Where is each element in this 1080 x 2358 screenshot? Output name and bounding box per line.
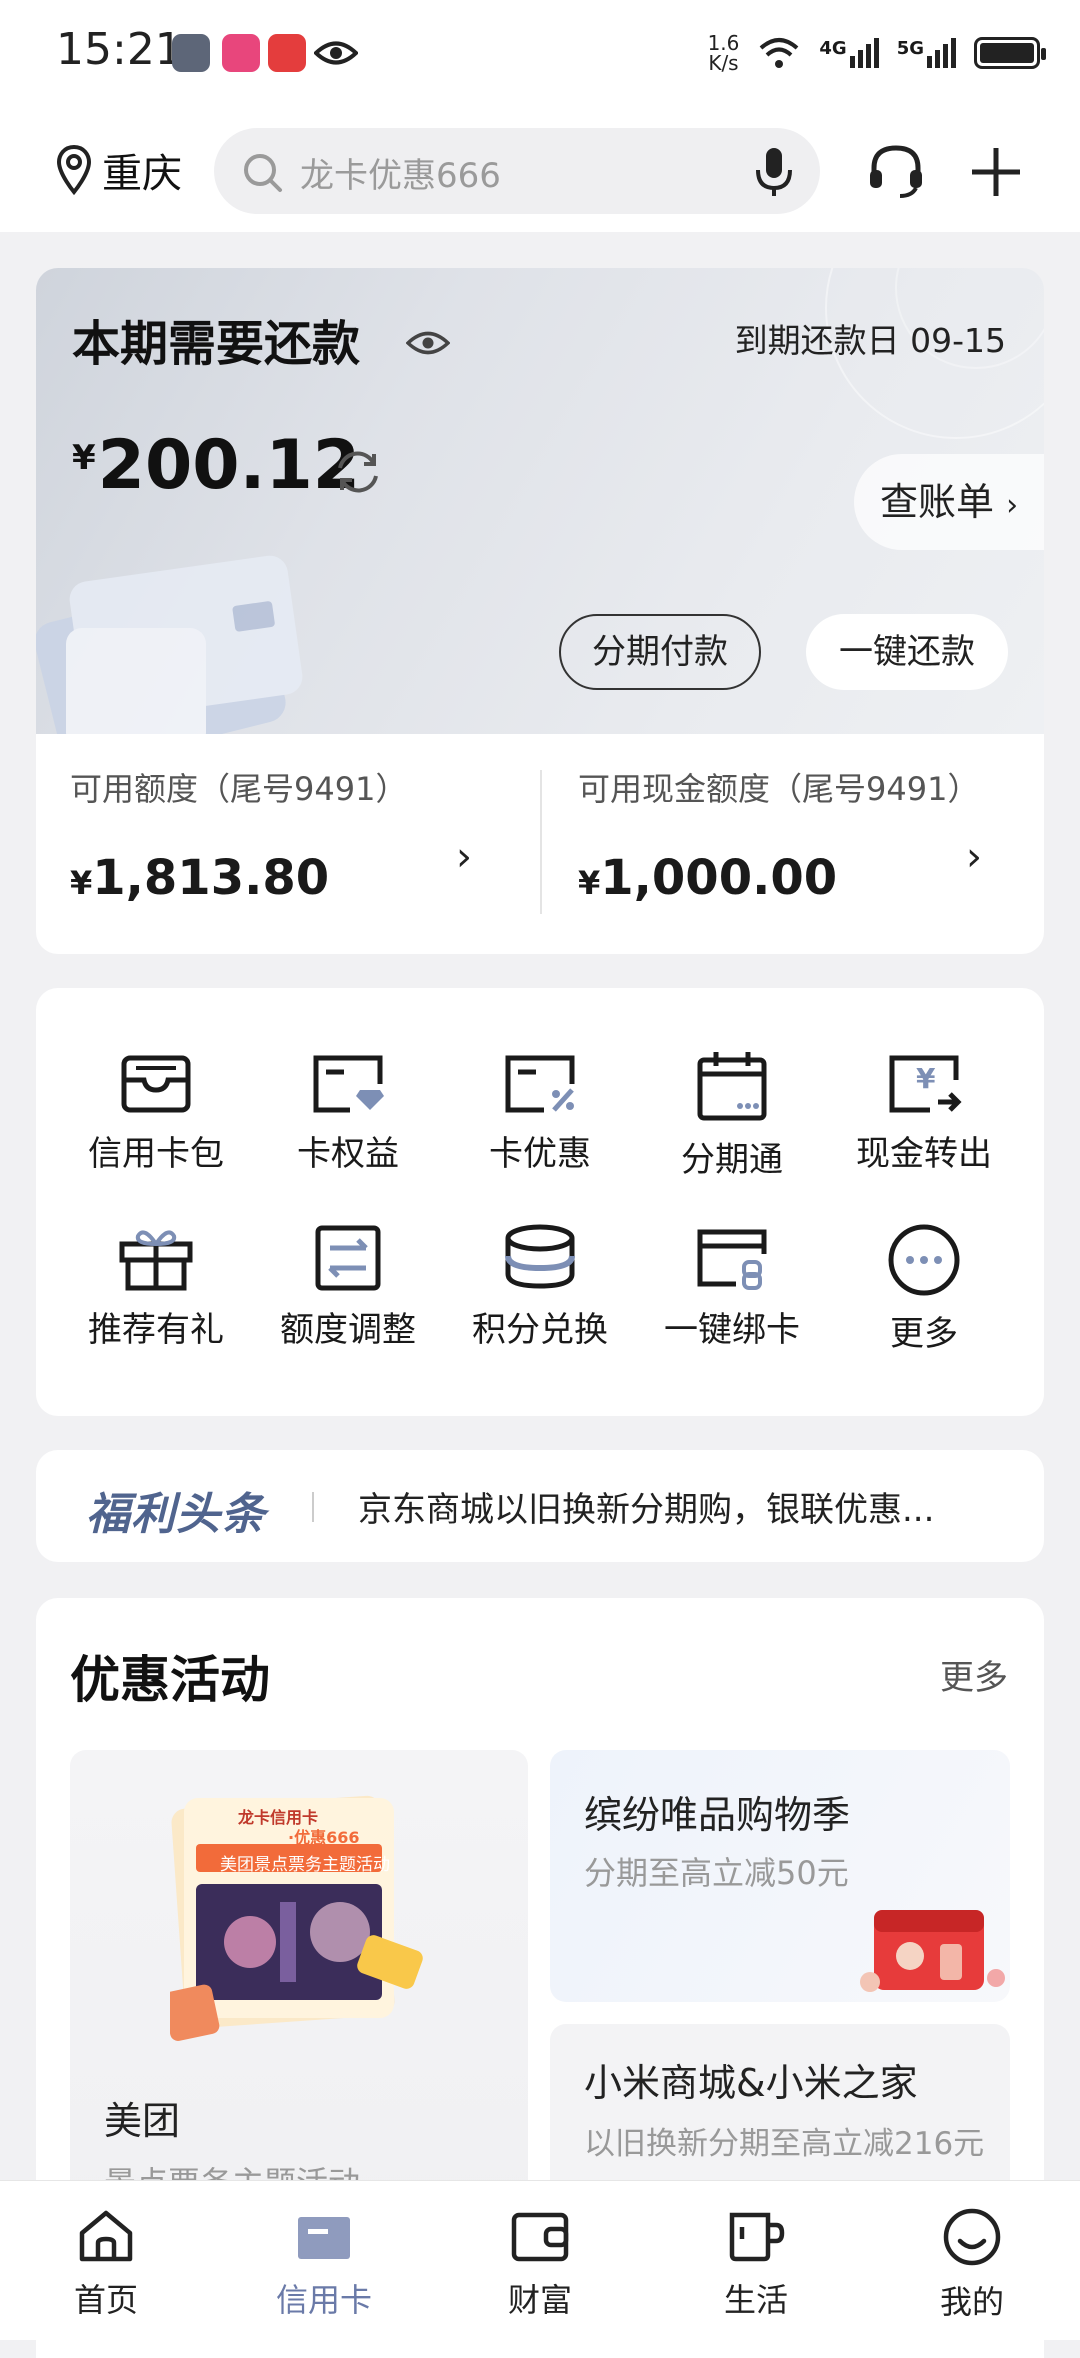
repayment-amount: ¥200.12 <box>72 426 361 505</box>
credit-card-icon <box>298 2217 350 2259</box>
signal-5g-icon: 5G <box>897 38 956 68</box>
tab-credit-card[interactable]: 信用卡 <box>254 2207 394 2321</box>
status-time: 15:21 <box>56 24 183 75</box>
promotions-title: 优惠活动 <box>70 1651 270 1709</box>
tab-home[interactable]: 首页 <box>36 2207 176 2321</box>
view-bill-button[interactable]: 查账单 › <box>854 454 1044 550</box>
settings-app-icon <box>172 34 210 72</box>
search-bar[interactable]: 龙卡优惠666 <box>214 128 820 214</box>
profile-icon <box>943 2208 1001 2266</box>
points-coins-icon <box>505 1224 575 1289</box>
grid-item-points-exchange[interactable]: 积分兑换 <box>440 1224 640 1351</box>
welfare-headline-bar[interactable]: 福利头条 京东商城以旧换新分期购，银联优惠... <box>36 1450 1044 1562</box>
grid-item-more[interactable]: 更多 <box>824 1224 1024 1355</box>
gift-icon <box>119 1230 193 1291</box>
promo-title: 缤纷唯品购物季 <box>584 1793 851 1837</box>
svg-text:¥: ¥ <box>916 1062 936 1095</box>
search-placeholder: 龙卡优惠666 <box>300 156 501 196</box>
promotions-more-link[interactable]: 更多 <box>940 1650 1008 1699</box>
grid-item-limit-adjust[interactable]: 额度调整 <box>248 1224 448 1351</box>
poster-banner: 美团景点票务主题活动 <box>220 1855 390 1875</box>
add-icon[interactable] <box>970 146 1022 198</box>
grid-item-referral-gift[interactable]: 推荐有礼 <box>56 1224 256 1351</box>
top-header: 重庆 龙卡优惠666 <box>0 110 1080 232</box>
cup-icon <box>729 2212 785 2262</box>
calendar-icon <box>697 1052 767 1121</box>
app-notification-icon <box>222 34 260 72</box>
grid-item-bind-card[interactable]: 一键绑卡 <box>632 1224 832 1351</box>
more-icon <box>888 1224 960 1296</box>
eye-status-icon <box>314 41 358 65</box>
installment-payment-button[interactable]: 分期付款 <box>559 614 761 690</box>
divider <box>312 1492 314 1522</box>
city-name: 重庆 <box>102 151 182 197</box>
card-benefit-icon <box>313 1055 384 1113</box>
tab-life[interactable]: 生活 <box>686 2207 826 2321</box>
promo-subtitle: 分期至高立减50元 <box>584 1854 849 1892</box>
available-cash-limit[interactable]: 可用现金额度（尾号9491） ¥1,000.00 <box>578 764 979 906</box>
card-discount-icon <box>505 1055 575 1113</box>
repayment-title: 本期需要还款 <box>72 316 361 372</box>
function-grid: 信用卡包 卡权益 卡优惠 分期通 ¥ 现金转出 推荐有礼 额度调整 积分兑换 一… <box>36 988 1044 1416</box>
grid-item-cash-transfer[interactable]: ¥ 现金转出 <box>824 1050 1024 1175</box>
home-icon <box>79 2210 133 2262</box>
promo-subtitle: 以旧换新分期至高立减216元 <box>584 2126 985 2162</box>
tab-mine[interactable]: 我的 <box>902 2207 1042 2323</box>
one-click-repay-button[interactable]: 一键还款 <box>806 614 1008 690</box>
chevron-right-icon[interactable]: › <box>966 834 982 880</box>
chevron-right-icon: › <box>1006 488 1019 523</box>
grid-item-installment[interactable]: 分期通 <box>632 1050 832 1181</box>
news-text: 京东商城以旧换新分期购，银联优惠... <box>358 1490 935 1530</box>
mail-app-icon <box>268 34 306 72</box>
location-pin-icon <box>56 144 92 196</box>
credit-limits-panel: 可用额度（尾号9491） ¥1,813.80 › 可用现金额度（尾号9491） … <box>36 734 1044 954</box>
search-icon <box>244 154 282 192</box>
card-wallet-icon <box>121 1055 191 1113</box>
bind-card-icon <box>697 1229 767 1290</box>
customer-service-icon[interactable] <box>866 142 926 200</box>
promo-card-vip[interactable]: 缤纷唯品购物季 分期至高立减50元 <box>550 1750 1010 2002</box>
grid-item-card-wallet[interactable]: 信用卡包 <box>56 1050 256 1175</box>
grid-item-card-discount[interactable]: 卡优惠 <box>440 1050 640 1175</box>
promo-title: 美团 <box>104 2099 181 2143</box>
refresh-icon[interactable] <box>332 446 384 498</box>
limit-adjust-icon <box>315 1225 381 1291</box>
cash-transfer-icon: ¥ <box>889 1055 962 1113</box>
chevron-right-icon[interactable]: › <box>456 834 472 880</box>
city-selector[interactable]: 重庆 <box>56 140 182 200</box>
microphone-icon[interactable] <box>754 146 794 198</box>
poster-line-2: ·优惠666 <box>288 1828 360 1847</box>
wifi-icon <box>760 38 799 68</box>
shopping-gift-image <box>860 1910 1005 1992</box>
promo-title: 小米商城&小米之家 <box>584 2061 918 2105</box>
due-date: 到期还款日 09-15 <box>734 321 1006 360</box>
battery-icon <box>974 37 1046 69</box>
tab-wealth[interactable]: 财富 <box>470 2207 610 2321</box>
eye-toggle-icon[interactable] <box>406 328 450 358</box>
available-limit[interactable]: 可用额度（尾号9491） ¥1,813.80 <box>70 764 407 906</box>
network-speed: 1.6 K/s <box>707 31 740 75</box>
status-bar: 15:21 1.6 K/s 4G 5G <box>0 0 1080 110</box>
divider <box>540 770 542 914</box>
repayment-card: 本期需要还款 到期还款日 09-15 ¥200.12 查账单 › 分期付款 一键… <box>36 268 1044 734</box>
news-brand: 福利头条 <box>86 1489 266 1540</box>
wallet-icon <box>511 2212 569 2262</box>
bottom-navigation: 首页 信用卡 财富 生活 我的 <box>0 2180 1080 2340</box>
signal-4g-icon: 4G <box>819 38 879 68</box>
grid-item-card-benefit[interactable]: 卡权益 <box>248 1050 448 1175</box>
